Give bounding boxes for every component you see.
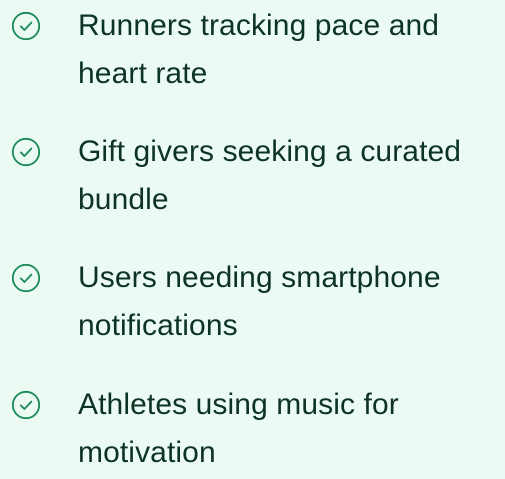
list-item: Users needing smartphone notifications (0, 252, 505, 352)
check-circle-icon (11, 263, 41, 293)
check-circle-icon (11, 137, 41, 167)
list-item: Athletes using music for motivation (0, 379, 505, 479)
list-item: Gift givers seeking a curated bundle (0, 126, 505, 226)
check-circle-icon (11, 11, 41, 41)
list-item-text: Users needing smartphone notifications (78, 261, 441, 342)
list-item-text: Runners tracking pace and heart rate (78, 9, 440, 90)
list-item-text: Athletes using music for motivation (78, 388, 399, 469)
feature-list: Runners tracking pace and heart rate Gif… (0, 0, 505, 473)
check-circle-icon (11, 390, 41, 420)
list-item: Runners tracking pace and heart rate (0, 0, 505, 100)
list-item-text: Gift givers seeking a curated bundle (78, 135, 462, 216)
